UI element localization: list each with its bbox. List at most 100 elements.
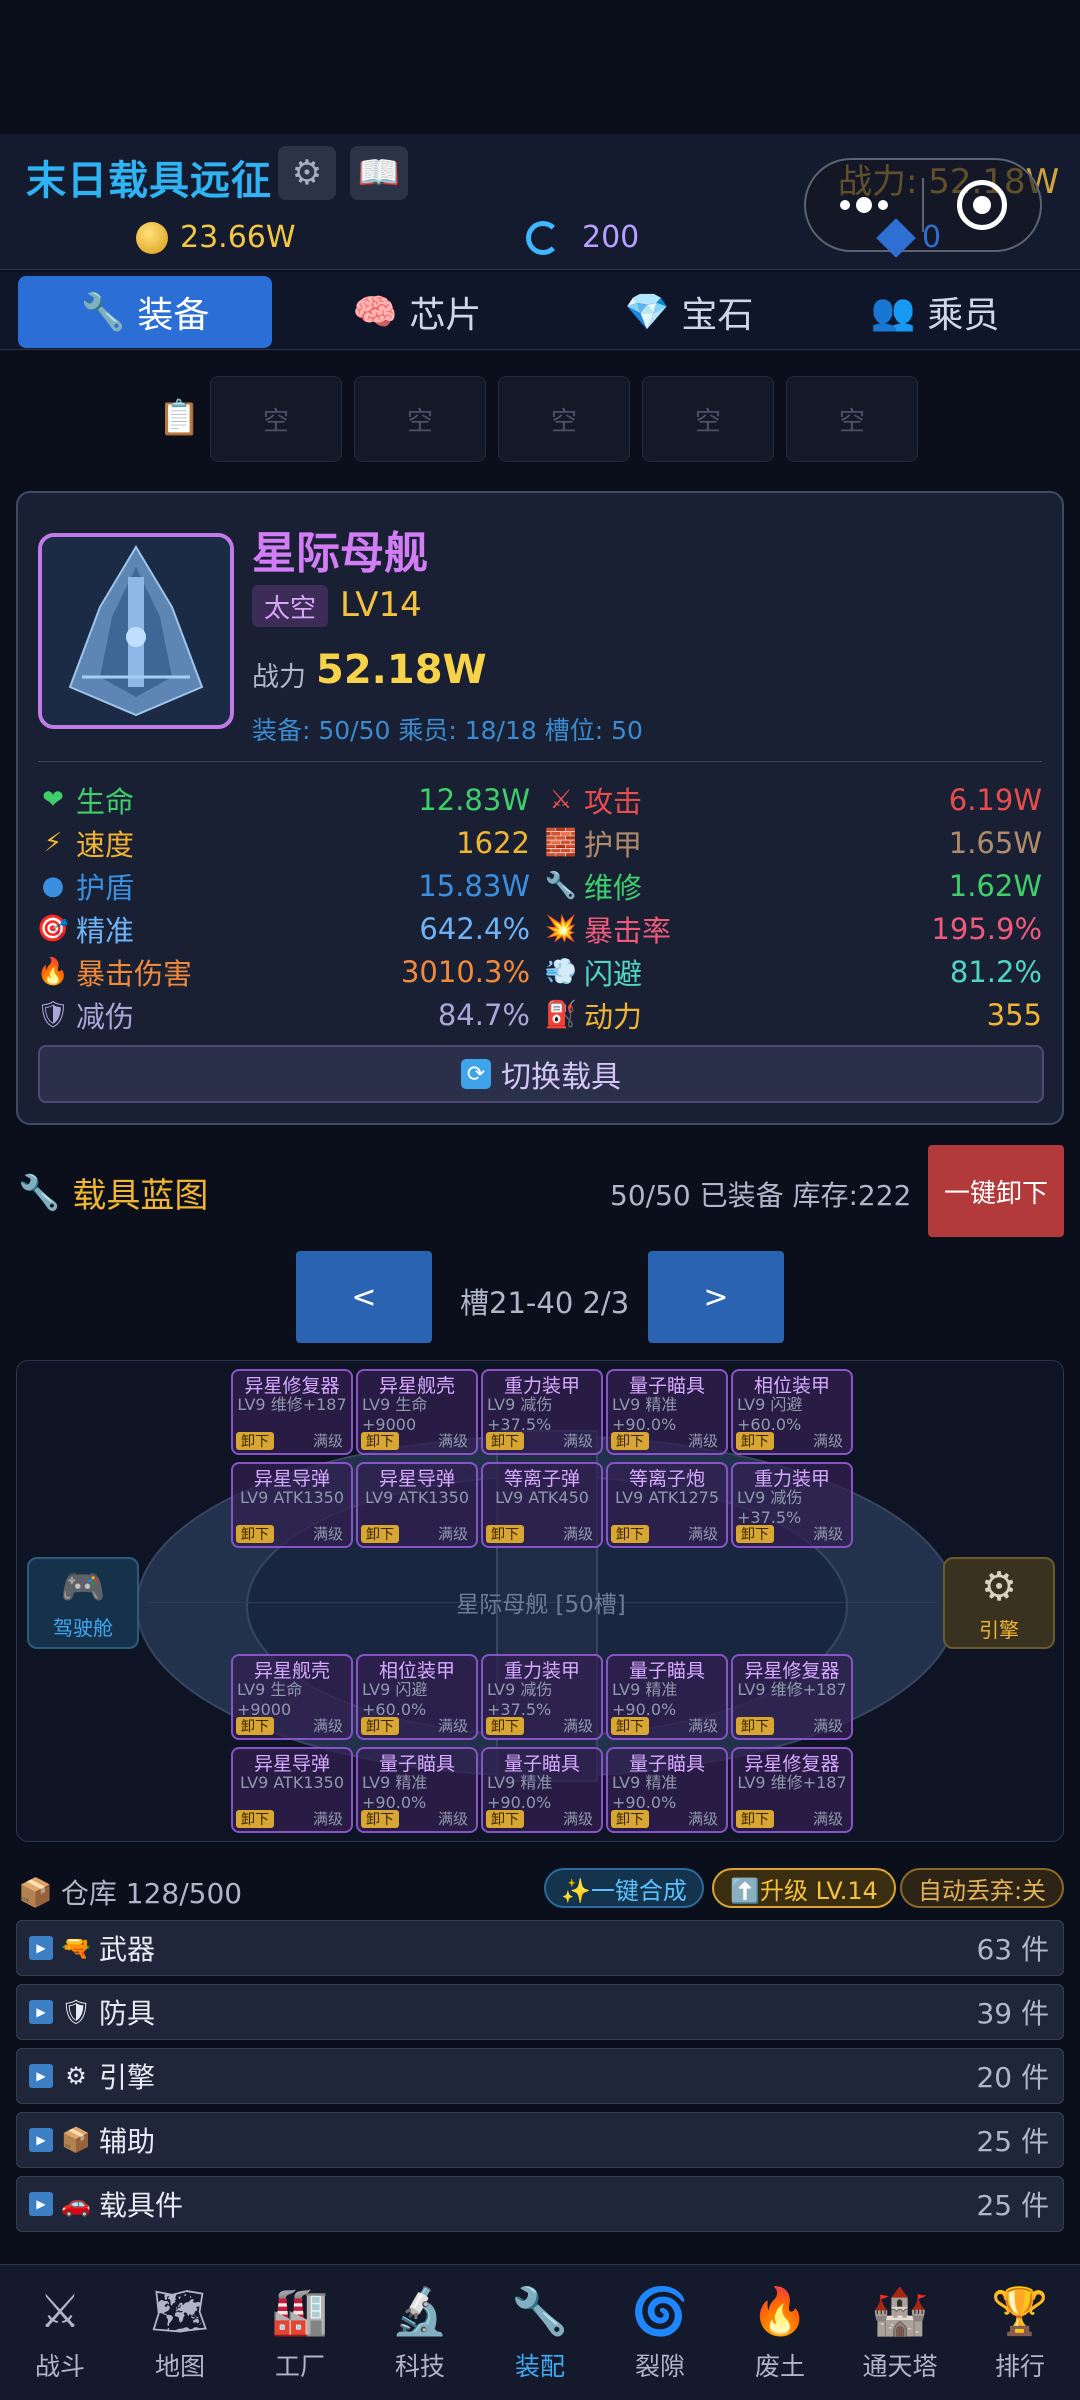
unequip-button[interactable]: 卸下 <box>611 1525 649 1543</box>
nav-battle[interactable]: ⚔ 战斗 <box>0 2265 120 2400</box>
unequip-button[interactable]: 卸下 <box>361 1810 399 1828</box>
nav-tech[interactable]: 🔬 科技 <box>360 2265 480 2400</box>
people-icon: 👥 <box>870 292 916 333</box>
nav-assembly[interactable]: 🔧 装配 <box>480 2265 600 2400</box>
unequip-button[interactable]: 卸下 <box>236 1525 274 1543</box>
nav-ranking[interactable]: 🏆 排行 <box>960 2265 1080 2400</box>
tab-crew[interactable]: 👥 乘员 <box>808 276 1062 348</box>
cockpit-button[interactable]: 🎮 驾驶舱 <box>27 1557 139 1649</box>
unequip-button[interactable]: 卸下 <box>611 1717 649 1735</box>
nav-rift[interactable]: 🌀 裂隙 <box>600 2265 720 2400</box>
nav-icon: 🗺 <box>150 2283 210 2338</box>
unequip-button[interactable]: 卸下 <box>486 1432 524 1450</box>
equipment-slot[interactable]: 重力装甲 LV9 减伤+37.5% 卸下 满级 <box>481 1654 603 1740</box>
engine-label: 引擎 <box>979 1617 1019 1642</box>
nav-tower[interactable]: 🏰 通天塔 <box>840 2265 960 2400</box>
vehicle-level: LV14 <box>340 585 422 625</box>
equipment-slot[interactable]: 异星舰壳 LV9 生命+9000 卸下 满级 <box>231 1654 353 1740</box>
equipment-slot[interactable]: 异星舰壳 LV9 生命+9000 卸下 满级 <box>356 1369 478 1455</box>
upgrade-warehouse-button[interactable]: ⬆️升级 LV.14 <box>712 1868 896 1908</box>
category-row[interactable]: ▶ 📦 辅助 25 件 <box>16 2112 1064 2168</box>
stat-value: 355 <box>986 998 1042 1032</box>
quick-slot[interactable]: 空 <box>498 376 630 462</box>
category-name: 引擎 <box>99 2061 156 2094</box>
nav-map[interactable]: 🗺 地图 <box>120 2265 240 2400</box>
unequip-button[interactable]: 卸下 <box>611 1432 649 1450</box>
more-dots-icon <box>840 197 888 213</box>
vehicle-portrait[interactable] <box>38 533 234 729</box>
category-row[interactable]: ▶ 🚗 载具件 25 件 <box>16 2176 1064 2232</box>
tab-gem[interactable]: 💎 宝石 <box>562 276 816 348</box>
unequip-button[interactable]: 卸下 <box>486 1810 524 1828</box>
equipment-slot[interactable]: 重力装甲 LV9 减伤+37.5% 卸下 满级 <box>731 1462 853 1548</box>
category-row[interactable]: ▶ 🔫 武器 63 件 <box>16 1920 1064 1976</box>
item-desc: LV9 精准+90.0% <box>612 1680 678 1719</box>
equipment-slot[interactable]: 异星导弹 LV9 ATK1350 卸下 满级 <box>231 1747 353 1833</box>
tab-chip[interactable]: 🧠 芯片 <box>290 276 544 348</box>
category-name: 辅助 <box>99 2125 156 2158</box>
unequip-button[interactable]: 卸下 <box>236 1717 274 1735</box>
clipboard-icon[interactable]: 📋 <box>158 398 200 438</box>
equipment-slot[interactable]: 量子瞄具 LV9 精准+90.0% 卸下 满级 <box>481 1747 603 1833</box>
merge-all-button[interactable]: ✨一键合成 <box>544 1868 704 1908</box>
stat-icon: 🔥 <box>36 957 70 987</box>
unequip-button[interactable]: 卸下 <box>736 1717 774 1735</box>
equipment-slot[interactable]: 异星修复器 LV9 维修+187 卸下 满级 <box>731 1747 853 1833</box>
item-desc: LV9 精准+90.0% <box>362 1773 428 1812</box>
auto-discard-toggle[interactable]: 自动丢弃:关 <box>900 1868 1064 1908</box>
unequip-button[interactable]: 卸下 <box>736 1432 774 1450</box>
stat-value: 6.19W <box>948 783 1042 817</box>
equipment-slot[interactable]: 量子瞄具 LV9 精准+90.0% 卸下 满级 <box>606 1747 728 1833</box>
nav-factory[interactable]: 🏭 工厂 <box>240 2265 360 2400</box>
equipment-slot[interactable]: 相位装甲 LV9 闪避+60.0% 卸下 满级 <box>731 1369 853 1455</box>
equipment-slot[interactable]: 异星导弹 LV9 ATK1350 卸下 满级 <box>231 1462 353 1548</box>
unequip-button[interactable]: 卸下 <box>361 1717 399 1735</box>
equipment-slot[interactable]: 量子瞄具 LV9 精准+90.0% 卸下 满级 <box>606 1369 728 1455</box>
unequip-button[interactable]: 卸下 <box>486 1525 524 1543</box>
unequip-button[interactable]: 卸下 <box>361 1525 399 1543</box>
unequip-button[interactable]: 卸下 <box>611 1810 649 1828</box>
unequip-button[interactable]: 卸下 <box>236 1810 274 1828</box>
unequip-button[interactable]: 卸下 <box>486 1717 524 1735</box>
item-name: 异星修复器 <box>244 1375 340 1397</box>
prev-page-button[interactable]: < <box>296 1251 432 1343</box>
unequip-button[interactable]: 卸下 <box>736 1810 774 1828</box>
nav-icon: 🔬 <box>391 2283 449 2338</box>
item-name: 异星导弹 <box>253 1468 330 1490</box>
equipment-slot[interactable]: 重力装甲 LV9 减伤+37.5% 卸下 满级 <box>481 1369 603 1455</box>
equipment-slot[interactable]: 量子瞄具 LV9 精准+90.0% 卸下 满级 <box>606 1654 728 1740</box>
item-desc: LV9 ATK1350 <box>239 1488 345 1507</box>
next-page-button[interactable]: > <box>648 1251 784 1343</box>
equipment-slot[interactable]: 异星修复器 LV9 维修+187 卸下 满级 <box>731 1654 853 1740</box>
unequip-button[interactable]: 卸下 <box>361 1432 399 1450</box>
item-desc: LV9 减伤+37.5% <box>487 1680 553 1719</box>
engine-button[interactable]: ⚙ 引擎 <box>943 1557 1055 1649</box>
unload-all-button[interactable]: 一键卸下 <box>928 1145 1064 1237</box>
switch-vehicle-button[interactable]: ⟳ 切换载具 <box>38 1045 1044 1103</box>
vehicle-type-badge: 太空 <box>252 585 328 627</box>
equipment-slot[interactable]: 等离子炮 LV9 ATK1275 卸下 满级 <box>606 1462 728 1548</box>
category-row[interactable]: ▶ ⚙ 引擎 20 件 <box>16 2048 1064 2104</box>
unequip-button[interactable]: 卸下 <box>236 1432 274 1450</box>
equipment-slot[interactable]: 相位装甲 LV9 闪避+60.0% 卸下 满级 <box>356 1654 478 1740</box>
item-desc: LV9 维修+187 <box>737 1773 847 1792</box>
close-capsule-button[interactable] <box>924 160 1040 250</box>
max-level-label: 满级 <box>312 1810 343 1828</box>
tab-equipment[interactable]: 🔧 装备 <box>18 276 272 348</box>
unequip-button[interactable]: 卸下 <box>736 1525 774 1543</box>
nav-wasteland[interactable]: 🔥 废土 <box>720 2265 840 2400</box>
page-info: 槽21-40 2/3 <box>460 1286 630 1320</box>
quick-slot[interactable]: 空 <box>642 376 774 462</box>
guide-button[interactable]: 📖 <box>350 146 408 200</box>
quick-slot[interactable]: 空 <box>786 376 918 462</box>
equipment-slot[interactable]: 异星导弹 LV9 ATK1350 卸下 满级 <box>356 1462 478 1548</box>
item-desc: LV9 ATK1275 <box>614 1488 720 1507</box>
quick-slot[interactable]: 空 <box>210 376 342 462</box>
settings-button[interactable]: ⚙ <box>278 146 336 200</box>
quick-slot[interactable]: 空 <box>354 376 486 462</box>
equipment-slot[interactable]: 等离子弹 LV9 ATK450 卸下 满级 <box>481 1462 603 1548</box>
equipment-slot[interactable]: 异星修复器 LV9 维修+187 卸下 满级 <box>231 1369 353 1455</box>
stat-value: 12.83W <box>418 783 530 817</box>
equipment-slot[interactable]: 量子瞄具 LV9 精准+90.0% 卸下 满级 <box>356 1747 478 1833</box>
category-row[interactable]: ▶ 🛡 防具 39 件 <box>16 1984 1064 2040</box>
